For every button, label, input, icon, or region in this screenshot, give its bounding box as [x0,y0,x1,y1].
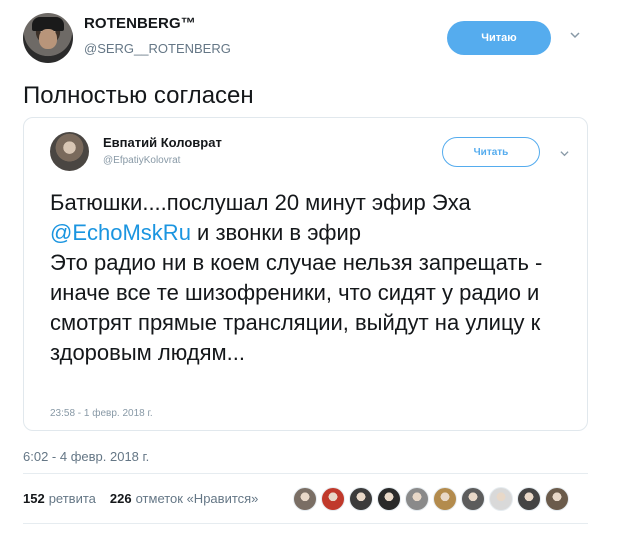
liker-avatar[interactable] [349,487,373,511]
quoted-timestamp[interactable]: 23:58 - 1 февр. 2018 г. [50,408,153,419]
retweets-count: 152 [23,491,45,506]
retweets-label: ретвита [48,491,96,506]
quoted-text-line2: и звонки в эфир [190,220,362,245]
liker-avatar[interactable] [545,487,569,511]
quoted-tweet[interactable]: Евпатий Коловрат @EfpatiyKolovrat Читать… [23,117,588,431]
quoted-tweet-text: Батюшки....послушал 20 минут эфир Эха @E… [50,188,570,368]
divider [23,523,588,524]
quoted-author-handle[interactable]: @EfpatiyKolovrat [103,155,180,166]
following-button[interactable]: Читаю [447,21,551,55]
liker-avatar[interactable] [433,487,457,511]
author-handle[interactable]: @SERG__ROTENBERG [84,41,231,56]
liker-avatar[interactable] [321,487,345,511]
mention-link[interactable]: @EchoMskRu [50,220,191,245]
likes-count: 226 [109,491,132,506]
tweet-card: ROTENBERG™ @SERG__ROTENBERG Читаю Полнос… [0,0,621,535]
liker-avatar[interactable] [461,487,485,511]
liker-avatar[interactable] [377,487,401,511]
likes-label: отметок «Нравится» [135,491,259,506]
quoted-author-name[interactable]: Евпатий Коловрат [103,135,222,150]
retweets-stat[interactable]: 152 ретвита [23,491,96,506]
quoted-chevron-down-icon[interactable] [560,149,569,158]
avatar-face [39,29,57,49]
quoted-text-line1: Батюшки....послушал 20 минут эфир Эха [50,190,471,215]
tweet-text: Полностью согласен [23,82,254,109]
divider [23,473,588,474]
author-name[interactable]: ROTENBERG™ [84,15,196,32]
tweet-stats: 152 ретвита 226 отметок «Нравится» [23,491,272,506]
liker-avatar[interactable] [517,487,541,511]
liker-avatar[interactable] [489,487,513,511]
chevron-down-icon[interactable] [570,30,580,40]
liker-avatar[interactable] [293,487,317,511]
liker-avatar[interactable] [405,487,429,511]
likes-stat[interactable]: 226 отметок «Нравится» [110,491,259,506]
tweet-timestamp[interactable]: 6:02 - 4 февр. 2018 г. [23,449,149,464]
quoted-author-avatar[interactable] [50,132,89,171]
quoted-follow-button[interactable]: Читать [442,137,540,167]
quoted-text-line3: Это радио ни в коем случае нельзя запрещ… [50,250,543,365]
likers-avatars [293,487,573,511]
author-avatar[interactable] [23,13,73,63]
